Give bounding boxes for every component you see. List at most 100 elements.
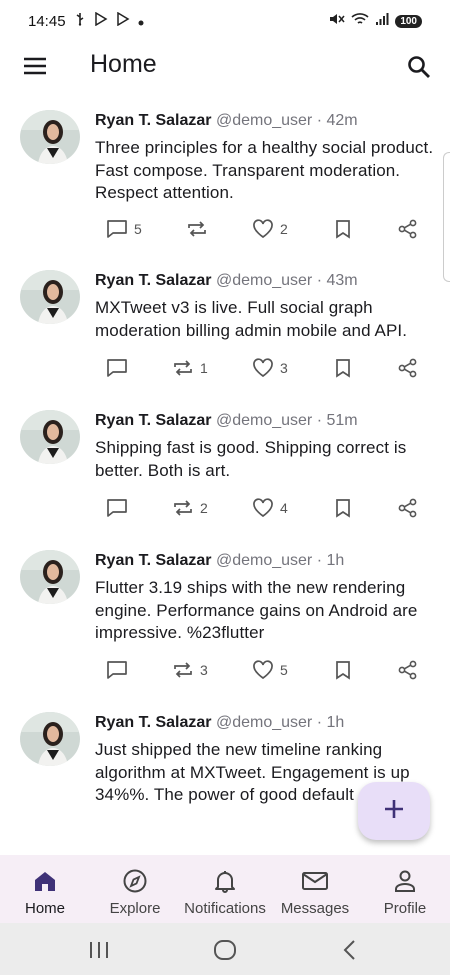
share-button[interactable] <box>398 219 418 239</box>
share-icon <box>398 358 418 378</box>
reply-button[interactable] <box>106 660 134 680</box>
heart-icon <box>252 660 274 680</box>
system-navigation-bar <box>0 923 450 975</box>
avatar[interactable] <box>20 712 80 766</box>
like-button[interactable]: 4 <box>252 498 288 518</box>
play-store-icon <box>94 11 108 30</box>
like-button[interactable]: 2 <box>252 219 288 239</box>
nav-item-messages[interactable]: Messages <box>270 855 360 923</box>
bookmark-button[interactable] <box>334 660 352 680</box>
post-actions: 3 5 <box>0 660 450 684</box>
post-actions: 5 2 <box>0 219 450 243</box>
recents-icon[interactable] <box>88 940 110 965</box>
home-icon <box>32 869 58 897</box>
author-handle: @demo_user · 43m <box>215 272 358 289</box>
search-icon[interactable] <box>406 54 432 80</box>
repost-count: 3 <box>200 662 208 678</box>
nav-item-profile[interactable]: Profile <box>360 855 450 923</box>
comment-icon <box>106 219 128 239</box>
author-name[interactable]: Ryan T. Salazar <box>95 112 212 129</box>
post-actions: 2 4 <box>0 498 450 522</box>
reply-count: 5 <box>134 221 142 237</box>
status-bar: 14:45 100 <box>0 0 450 42</box>
page-title: Home <box>90 50 157 78</box>
nav-item-home[interactable]: Home <box>0 855 90 923</box>
post-header: Ryan T. Salazar @demo_user · 51m <box>95 412 358 430</box>
avatar[interactable] <box>20 410 80 464</box>
battery-indicator: 100 <box>395 14 422 28</box>
avatar[interactable] <box>20 270 80 324</box>
author-name[interactable]: Ryan T. Salazar <box>95 714 212 731</box>
plus-icon <box>383 798 405 825</box>
nav-label: Profile <box>383 900 427 917</box>
post-header: Ryan T. Salazar @demo_user · 1h <box>95 714 344 732</box>
comment-icon <box>106 498 128 518</box>
post-header: Ryan T. Salazar @demo_user · 43m <box>95 272 358 290</box>
usb-icon <box>74 12 86 30</box>
mute-icon <box>329 12 345 30</box>
author-handle: @demo_user · 51m <box>215 412 358 429</box>
author-handle: @demo_user · 42m <box>215 112 358 129</box>
scroll-edge-indicator <box>443 152 450 282</box>
post-header: Ryan T. Salazar @demo_user · 42m <box>95 112 358 130</box>
back-icon[interactable] <box>342 939 358 966</box>
repost-icon <box>172 660 194 680</box>
author-handle: @demo_user · 1h <box>215 552 345 569</box>
repost-button[interactable]: 3 <box>172 660 208 680</box>
play-store-icon-2 <box>116 11 130 30</box>
compose-fab-button[interactable] <box>358 782 430 840</box>
share-button[interactable] <box>398 660 418 680</box>
repost-button[interactable]: 2 <box>172 498 208 518</box>
avatar[interactable] <box>20 550 80 604</box>
post-actions: 1 3 <box>0 358 450 382</box>
reply-button[interactable] <box>106 358 134 378</box>
repost-icon <box>172 498 194 518</box>
like-button[interactable]: 5 <box>252 660 288 680</box>
nav-label: Explore <box>109 900 161 917</box>
reply-button[interactable] <box>106 498 134 518</box>
author-name[interactable]: Ryan T. Salazar <box>95 412 212 429</box>
repost-button[interactable]: 1 <box>172 358 208 378</box>
home-circle-icon[interactable] <box>213 939 237 966</box>
compass-icon <box>122 869 148 897</box>
share-button[interactable] <box>398 358 418 378</box>
share-button[interactable] <box>398 498 418 518</box>
reply-button[interactable]: 5 <box>106 219 142 239</box>
heart-icon <box>252 358 274 378</box>
post-text: Shipping fast is good. Shipping correct … <box>95 438 407 480</box>
comment-icon <box>106 660 128 680</box>
author-name[interactable]: Ryan T. Salazar <box>95 272 212 289</box>
like-count: 4 <box>280 500 288 516</box>
signal-icon <box>375 12 389 30</box>
avatar[interactable] <box>20 110 80 164</box>
bookmark-icon <box>334 219 352 239</box>
bookmark-button[interactable] <box>334 358 352 378</box>
heart-icon <box>252 219 274 239</box>
bookmark-icon <box>334 498 352 518</box>
like-count: 5 <box>280 662 288 678</box>
nav-item-notifications[interactable]: Notifications <box>180 855 270 923</box>
nav-label: Home <box>24 900 65 917</box>
notification-dot-icon <box>138 13 144 30</box>
heart-icon <box>252 498 274 518</box>
repost-button[interactable] <box>186 219 214 239</box>
like-button[interactable]: 3 <box>252 358 288 378</box>
wifi-icon <box>351 12 369 30</box>
author-name[interactable]: Ryan T. Salazar <box>95 552 212 569</box>
repost-count: 2 <box>200 500 208 516</box>
share-icon <box>398 498 418 518</box>
bookmark-button[interactable] <box>334 219 352 239</box>
bookmark-icon <box>334 660 352 680</box>
hamburger-menu-icon[interactable] <box>22 56 48 76</box>
nav-item-explore[interactable]: Explore <box>90 855 180 923</box>
app-bar: Home <box>0 42 450 90</box>
status-time: 14:45 <box>28 12 66 30</box>
share-icon <box>398 219 418 239</box>
share-icon <box>398 660 418 680</box>
bookmark-button[interactable] <box>334 498 352 518</box>
person-icon <box>392 869 418 897</box>
post-text: MXTweet v3 is live. Full social graph mo… <box>95 298 408 340</box>
repost-count: 1 <box>200 360 208 376</box>
author-handle: @demo_user · 1h <box>215 714 345 731</box>
mail-icon <box>301 869 329 897</box>
